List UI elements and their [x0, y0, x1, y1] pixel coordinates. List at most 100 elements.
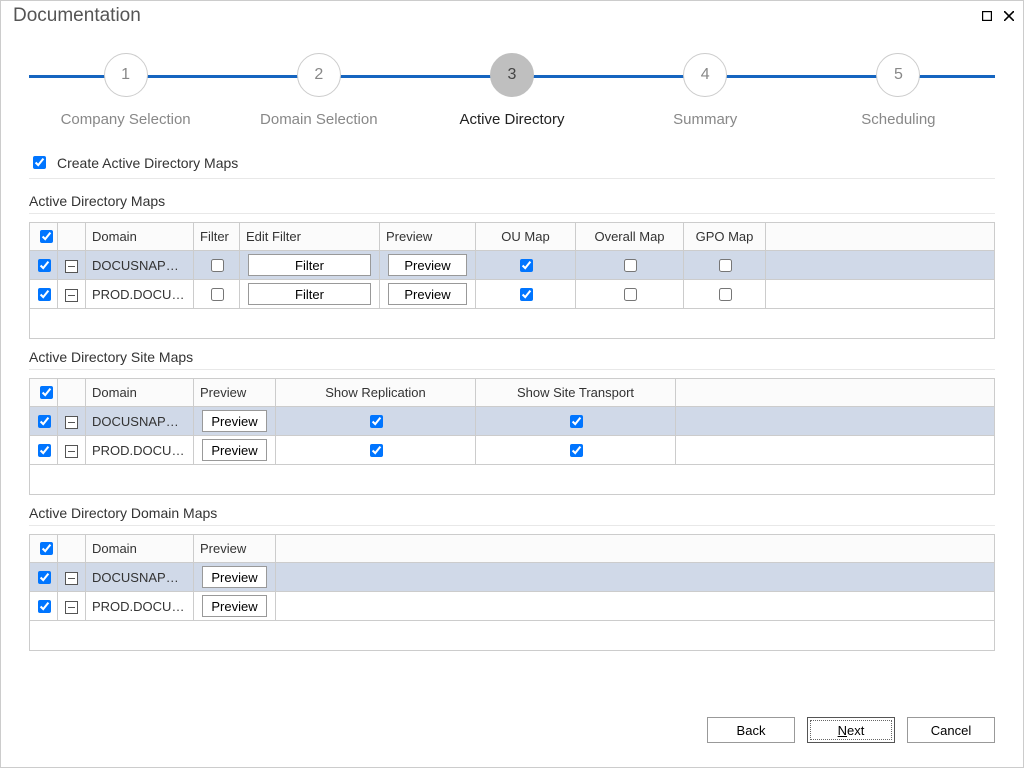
checkbox[interactable] — [719, 288, 732, 301]
domain-cell: DOCUSNAPSP... — [86, 407, 194, 436]
preview-button[interactable]: Preview — [388, 283, 467, 305]
checkbox[interactable] — [211, 288, 224, 301]
domain-cell: DOCUSNAPSP... — [86, 251, 194, 280]
checkbox[interactable] — [211, 259, 224, 272]
section-title-site-maps: Active Directory Site Maps — [29, 345, 995, 370]
preview-button[interactable]: Preview — [202, 595, 267, 617]
col-preview[interactable]: Preview — [194, 379, 276, 407]
checkbox[interactable] — [520, 259, 533, 272]
section-title-domain-maps: Active Directory Domain Maps — [29, 501, 995, 526]
table-row[interactable]: PROD.DOCUS... Filter Preview — [30, 280, 995, 309]
wizard-footer: Back Next Cancel — [11, 705, 1013, 757]
checkbox[interactable] — [38, 444, 51, 457]
step-label: Active Directory — [415, 111, 608, 128]
maximize-icon[interactable] — [981, 10, 993, 22]
checkbox[interactable] — [570, 444, 583, 457]
grid-site-maps-select-all[interactable] — [40, 386, 53, 399]
step-circle: 1 — [104, 53, 148, 97]
table-row[interactable]: PROD.DOCUS... Preview — [30, 436, 995, 465]
col-transport[interactable]: Show Site Transport — [476, 379, 676, 407]
checkbox[interactable] — [624, 288, 637, 301]
table-row[interactable]: DOCUSNAPSP... Filter Preview — [30, 251, 995, 280]
step-circle: 5 — [876, 53, 920, 97]
create-ad-maps-row: Create Active Directory Maps — [29, 153, 995, 179]
checkbox[interactable] — [38, 600, 51, 613]
step-label: Domain Selection — [222, 111, 415, 128]
grid-ad-maps-select-all[interactable] — [40, 230, 53, 243]
step-circle: 3 — [490, 53, 534, 97]
col-domain[interactable]: Domain — [86, 223, 194, 251]
step-label: Scheduling — [802, 111, 995, 128]
grid-site-maps: Domain Preview Show Replication Show Sit… — [29, 378, 995, 495]
wizard-step-1[interactable]: 1 Company Selection — [29, 53, 222, 128]
collapse-icon[interactable] — [65, 572, 78, 585]
col-domain[interactable]: Domain — [86, 379, 194, 407]
col-filter[interactable]: Filter — [194, 223, 240, 251]
close-icon[interactable] — [1003, 10, 1015, 22]
window-controls — [981, 10, 1015, 22]
col-ou-map[interactable]: OU Map — [476, 223, 576, 251]
section-ad-maps: Active Directory Maps Domain Filter Edit… — [29, 189, 995, 339]
table-row[interactable]: PROD.DOCUS... Preview — [30, 592, 995, 621]
edit-filter-button[interactable]: Filter — [248, 254, 371, 276]
checkbox[interactable] — [719, 259, 732, 272]
preview-button[interactable]: Preview — [202, 566, 267, 588]
table-row[interactable]: DOCUSNAPSP... Preview — [30, 407, 995, 436]
step-label: Summary — [609, 111, 802, 128]
wizard-step-2[interactable]: 2 Domain Selection — [222, 53, 415, 128]
checkbox[interactable] — [370, 415, 383, 428]
wizard-step-5[interactable]: 5 Scheduling — [802, 53, 995, 128]
step-label: Company Selection — [29, 111, 222, 128]
cancel-button[interactable]: Cancel — [907, 717, 995, 743]
window-title: Documentation — [13, 5, 141, 27]
wizard-step-4[interactable]: 4 Summary — [609, 53, 802, 128]
preview-button[interactable]: Preview — [202, 439, 267, 461]
domain-cell: PROD.DOCUS... — [86, 280, 194, 309]
edit-filter-button[interactable]: Filter — [248, 283, 371, 305]
back-button[interactable]: Back — [707, 717, 795, 743]
checkbox[interactable] — [570, 415, 583, 428]
checkbox[interactable] — [38, 415, 51, 428]
preview-button[interactable]: Preview — [388, 254, 467, 276]
checkbox[interactable] — [38, 571, 51, 584]
wizard-stepper: 1 Company Selection2 Domain Selection3 A… — [29, 53, 995, 133]
grid-domain-maps-select-all[interactable] — [40, 542, 53, 555]
create-ad-maps-checkbox[interactable] — [33, 156, 46, 169]
domain-cell: PROD.DOCUS... — [86, 436, 194, 465]
checkbox[interactable] — [370, 444, 383, 457]
domain-cell: DOCUSNAPSP... — [86, 563, 194, 592]
checkbox[interactable] — [38, 259, 51, 272]
grid-footer — [30, 309, 995, 339]
next-button[interactable]: Next — [807, 717, 895, 743]
collapse-icon[interactable] — [65, 416, 78, 429]
step-circle: 4 — [683, 53, 727, 97]
content-area: 1 Company Selection2 Domain Selection3 A… — [1, 33, 1023, 767]
col-preview[interactable]: Preview — [380, 223, 476, 251]
collapse-icon[interactable] — [65, 601, 78, 614]
collapse-icon[interactable] — [65, 289, 78, 302]
table-row[interactable]: DOCUSNAPSP... Preview — [30, 563, 995, 592]
col-preview[interactable]: Preview — [194, 535, 276, 563]
grid-footer — [30, 465, 995, 495]
col-domain[interactable]: Domain — [86, 535, 194, 563]
grid-domain-maps: Domain Preview DOCUSNAPSP... Preview PRO… — [29, 534, 995, 651]
section-title-ad-maps: Active Directory Maps — [29, 189, 995, 214]
create-ad-maps-label: Create Active Directory Maps — [57, 155, 238, 171]
checkbox[interactable] — [38, 288, 51, 301]
titlebar: Documentation — [1, 1, 1023, 33]
step-circle: 2 — [297, 53, 341, 97]
wizard-step-3[interactable]: 3 Active Directory — [415, 53, 608, 128]
grid-ad-maps: Domain Filter Edit Filter Preview OU Map… — [29, 222, 995, 339]
preview-button[interactable]: Preview — [202, 410, 267, 432]
section-site-maps: Active Directory Site Maps Domain Previe… — [29, 345, 995, 495]
domain-cell: PROD.DOCUS... — [86, 592, 194, 621]
col-replication[interactable]: Show Replication — [276, 379, 476, 407]
collapse-icon[interactable] — [65, 445, 78, 458]
checkbox[interactable] — [624, 259, 637, 272]
col-edit-filter[interactable]: Edit Filter — [240, 223, 380, 251]
dialog-window: Documentation 1 Company Selection2 Domai… — [0, 0, 1024, 768]
col-overall-map[interactable]: Overall Map — [576, 223, 684, 251]
checkbox[interactable] — [520, 288, 533, 301]
col-gpo-map[interactable]: GPO Map — [684, 223, 766, 251]
collapse-icon[interactable] — [65, 260, 78, 273]
